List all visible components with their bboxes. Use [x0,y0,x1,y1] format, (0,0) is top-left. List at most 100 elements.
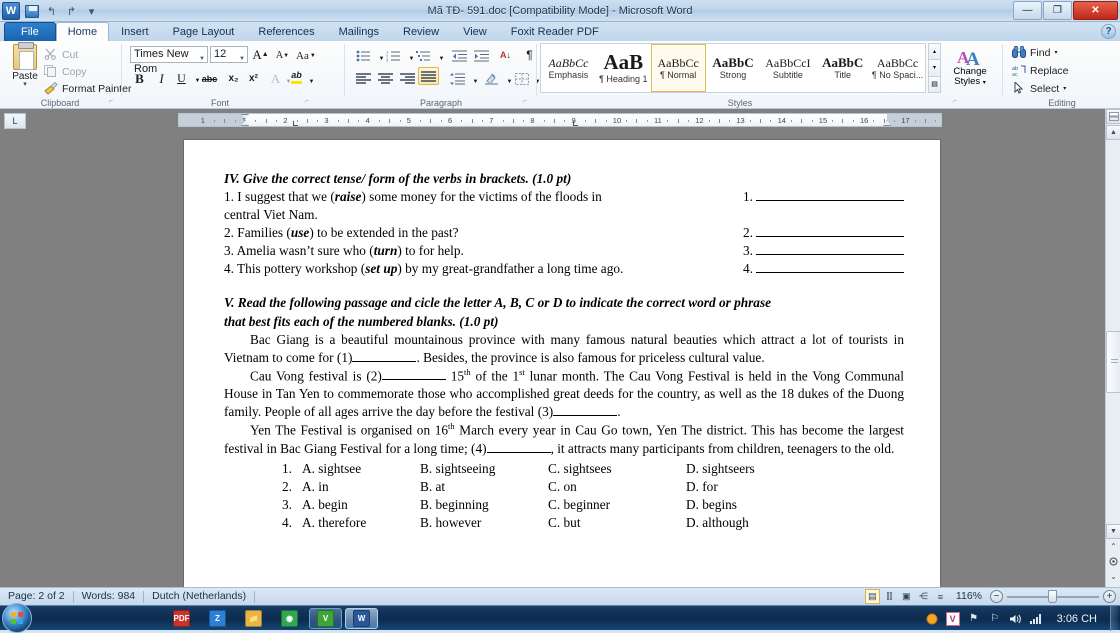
view-button-draft[interactable]: ≡ [933,589,948,604]
word-app-icon[interactable]: W [2,2,20,20]
align-right-button[interactable] [398,69,417,88]
chevron-down-icon[interactable]: ▼ [239,52,245,67]
style-item-no-spaci[interactable]: AaBbCc ¶ No Spaci... [870,44,925,92]
styles-gallery[interactable]: AaBbCc Emphasis AaB ¶ Heading 1 AaBbCc ¶ Norm… [540,43,926,93]
taskbar-item-explorer[interactable]: 📁 [237,608,270,629]
select-arrow[interactable]: ▾ [1063,85,1066,92]
select-button[interactable]: Select ▾ [1012,80,1066,96]
option-b[interactable]: B. however [420,514,548,532]
ribbon-tab-home[interactable]: Home [55,22,110,41]
language-indicator[interactable]: Dutch (Netherlands) [144,589,254,604]
tray-network-icon[interactable] [1030,612,1044,626]
ribbon-tab-review[interactable]: Review [391,22,451,41]
style-item-emphasis[interactable]: AaBbCc Emphasis [541,44,596,92]
zoom-slider[interactable] [1007,589,1099,604]
taskbar-item-pdf[interactable]: PDF [165,608,198,629]
answer-line[interactable] [756,243,904,256]
shrink-font-button[interactable]: A ▼ [273,46,292,65]
replace-button[interactable]: ab ac Replace [1012,63,1069,79]
styles-dialog-launcher[interactable]: ⌐ [953,98,962,107]
decrease-indent-button[interactable] [450,46,469,65]
option-c[interactable]: C. sightsees [548,460,686,478]
scroll-down-icon[interactable]: ▼ [1106,524,1120,539]
cut-button[interactable]: Cut [44,47,78,62]
font-dialog-launcher[interactable]: ⌐ [305,98,314,107]
format-painter-button[interactable]: Format Painter [44,81,131,96]
next-page-icon[interactable]: ⌄ [1106,569,1120,584]
option-d[interactable]: D. sightseers [686,460,755,478]
select-browse-object-icon[interactable] [1106,554,1120,569]
option-b[interactable]: B. at [420,478,548,496]
redo-icon[interactable]: ↱ [63,3,80,20]
help-icon[interactable]: ? [1101,24,1116,39]
highlight-color-arrow[interactable]: ▼ [302,72,321,91]
taskbar-item-zalo[interactable]: Z [201,608,234,629]
zoom-in-button[interactable]: + [1103,590,1116,603]
italic-button[interactable]: I [152,69,171,88]
ribbon-tab-view[interactable]: View [451,22,499,41]
show-desktop-button[interactable] [1110,606,1118,631]
clipboard-dialog-launcher[interactable]: ⌐ [109,98,118,107]
style-item-title[interactable]: AaBbC Title [815,44,870,92]
zoom-out-button[interactable]: − [990,590,1003,603]
superscript-button[interactable]: x² [244,69,263,88]
scroll-up-icon[interactable]: ▲ [1106,125,1120,140]
previous-page-icon[interactable]: ⌃ [1106,539,1120,554]
maximize-button[interactable]: ❐ [1043,1,1072,20]
option-a[interactable]: A. begin [302,496,420,514]
option-c[interactable]: C. beginner [548,496,686,514]
customize-quick-access-icon[interactable]: ▾ [83,3,100,20]
option-a[interactable]: A. sightsee [302,460,420,478]
vertical-scrollbar[interactable]: ▲ ⌃ ⌄ ▼ [1105,109,1120,587]
option-b[interactable]: B. beginning [420,496,548,514]
view-button-print-layout[interactable]: ▤ [864,589,880,604]
taskbar-item-word[interactable]: W [345,608,378,629]
ribbon-tab-mailings[interactable]: Mailings [327,22,391,41]
change-styles-button[interactable]: A A Change Styles ▾ [946,45,994,88]
styles-more-icon[interactable]: ▤ [928,76,941,93]
horizontal-ruler[interactable]: 1 1 2 3 4 5 6 7 8 9 10 11 12 13 14 15 16 17 [178,113,942,127]
ribbon-tab-file[interactable]: File [4,22,56,41]
find-arrow[interactable]: ▾ [1054,49,1057,56]
taskbar-item-unikey[interactable]: V [309,608,342,629]
find-button[interactable]: Find ▾ [1012,45,1057,60]
align-left-button[interactable] [354,69,373,88]
taskbar-item-chrome[interactable]: ◉ [273,608,306,629]
document-page[interactable]: IV. Give the correct tense/ form of the … [184,140,940,590]
ribbon-tab-references[interactable]: References [246,22,326,41]
font-size-input[interactable]: 12 ▼ [210,46,248,63]
style-item-normal[interactable]: AaBbCc ¶ Normal [650,44,706,92]
page-indicator[interactable]: Page: 2 of 2 [0,589,73,604]
blank-2[interactable] [381,369,446,381]
undo-icon[interactable]: ↰ [43,3,60,20]
option-b[interactable]: B. sightseeing [420,460,548,478]
increase-indent-button[interactable] [472,46,491,65]
clock[interactable]: 3:06 CH [1051,613,1103,625]
option-a[interactable]: A. therefore [302,514,420,532]
answer-line[interactable] [756,261,904,274]
multilevel-list-arrow[interactable]: ▼ [432,49,451,68]
ribbon-tab-insert[interactable]: Insert [109,22,161,41]
answer-line[interactable] [756,225,904,238]
scrollbar-thumb[interactable] [1106,331,1120,393]
blank-1[interactable] [352,351,417,362]
grow-font-button[interactable]: A ▲ [251,45,270,64]
view-button-outline[interactable]: ⋲ [916,589,931,604]
font-name-input[interactable]: Times New Rom ▼ [130,46,208,75]
tab-stop-selector[interactable]: L [4,113,26,129]
tray-notification-icon[interactable] [925,612,939,626]
tab-stop-marker[interactable] [293,121,298,126]
tray-action-center-icon[interactable]: ⚐ [988,612,1002,626]
option-d[interactable]: D. for [686,478,718,496]
minimize-button[interactable]: — [1013,1,1042,20]
tray-action-flag-icon[interactable]: ⚑ [967,612,981,626]
subscript-button[interactable]: x₂ [224,69,243,88]
start-button[interactable] [2,603,32,633]
copy-button[interactable]: Copy [44,64,87,79]
sort-button[interactable]: A ↓ [496,45,515,64]
styles-scroll-up-icon[interactable]: ▴ [928,43,941,61]
ribbon-tab-foxit-reader-pdf[interactable]: Foxit Reader PDF [499,22,611,41]
bullets-button[interactable] [354,46,373,65]
word-count[interactable]: Words: 984 [74,589,144,604]
view-button-web-layout[interactable]: ▣ [899,589,914,604]
